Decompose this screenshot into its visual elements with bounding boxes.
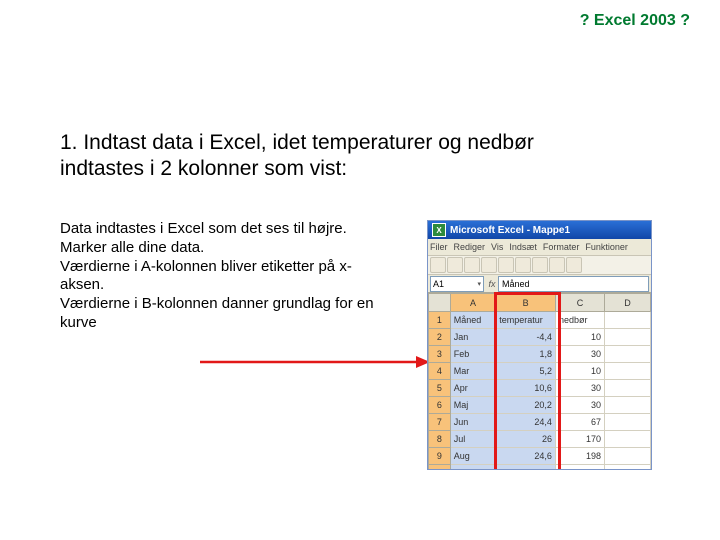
cell[interactable]: Jul bbox=[450, 431, 495, 448]
body-line: Værdierne i B-kolonnen danner grundlag f… bbox=[60, 295, 374, 331]
cell[interactable] bbox=[605, 397, 651, 414]
cell[interactable]: Sep bbox=[450, 465, 495, 471]
cell[interactable] bbox=[605, 414, 651, 431]
body-line: Data indtastes i Excel som det ses til h… bbox=[60, 220, 347, 237]
column-header[interactable]: A bbox=[450, 294, 495, 312]
cell[interactable]: 19,6 bbox=[496, 465, 556, 471]
fx-icon[interactable]: fx bbox=[486, 279, 498, 289]
body-line: Marker alle dine data. bbox=[60, 239, 204, 256]
toolbar-button[interactable] bbox=[464, 257, 480, 273]
toolbar-button[interactable] bbox=[447, 257, 463, 273]
excel-toolbar bbox=[428, 256, 651, 275]
cell[interactable]: 30 bbox=[555, 380, 604, 397]
toolbar-button[interactable] bbox=[481, 257, 497, 273]
cell[interactable] bbox=[605, 431, 651, 448]
toolbar-button[interactable] bbox=[515, 257, 531, 273]
menu-item[interactable]: Funktioner bbox=[585, 242, 628, 252]
cell[interactable]: Feb bbox=[450, 346, 495, 363]
cell[interactable]: 26 bbox=[496, 431, 556, 448]
row-header[interactable]: 5 bbox=[429, 380, 451, 397]
name-box-value: A1 bbox=[433, 279, 444, 289]
cell[interactable]: 50 bbox=[555, 465, 604, 471]
formula-value: Måned bbox=[502, 279, 530, 289]
excel-table[interactable]: ABCD1Månedtemperaturnedbør2Jan-4,4103Feb… bbox=[428, 293, 651, 470]
menu-item[interactable]: Vis bbox=[491, 242, 503, 252]
cell[interactable]: 198 bbox=[555, 448, 604, 465]
menu-item[interactable]: Indsæt bbox=[509, 242, 537, 252]
cell[interactable]: 5,2 bbox=[496, 363, 556, 380]
cell[interactable]: 24,4 bbox=[496, 414, 556, 431]
cell[interactable]: temperatur bbox=[496, 312, 556, 329]
cell[interactable]: 30 bbox=[555, 397, 604, 414]
cell[interactable]: -4,4 bbox=[496, 329, 556, 346]
cell[interactable]: Jan bbox=[450, 329, 495, 346]
cell[interactable] bbox=[605, 465, 651, 471]
excel-logo-icon: X bbox=[432, 223, 446, 237]
toolbar-button[interactable] bbox=[532, 257, 548, 273]
cell[interactable] bbox=[605, 380, 651, 397]
menu-item[interactable]: Filer bbox=[430, 242, 448, 252]
toolbar-button[interactable] bbox=[498, 257, 514, 273]
cell[interactable]: 30 bbox=[555, 346, 604, 363]
cell[interactable]: 1,8 bbox=[496, 346, 556, 363]
cell[interactable] bbox=[605, 312, 651, 329]
formula-input[interactable]: Måned bbox=[498, 276, 649, 292]
row-header[interactable]: 6 bbox=[429, 397, 451, 414]
cell[interactable]: 10 bbox=[555, 329, 604, 346]
row-header[interactable]: 3 bbox=[429, 346, 451, 363]
cell[interactable]: Apr bbox=[450, 380, 495, 397]
cell[interactable]: 10 bbox=[555, 363, 604, 380]
annotation-arrow bbox=[200, 355, 430, 369]
cell[interactable]: 10,6 bbox=[496, 380, 556, 397]
cell[interactable] bbox=[605, 346, 651, 363]
excel-grid: ABCD1Månedtemperaturnedbør2Jan-4,4103Feb… bbox=[428, 293, 651, 470]
excel-name-box[interactable]: A1 ▾ bbox=[430, 276, 484, 292]
cell[interactable]: 20,2 bbox=[496, 397, 556, 414]
toolbar-button[interactable] bbox=[566, 257, 582, 273]
cell[interactable] bbox=[605, 448, 651, 465]
toolbar-button[interactable] bbox=[430, 257, 446, 273]
page-top-link[interactable]: ? Excel 2003 ? bbox=[580, 12, 690, 30]
cell[interactable]: Aug bbox=[450, 448, 495, 465]
row-header[interactable]: 10 bbox=[429, 465, 451, 471]
cell[interactable] bbox=[605, 329, 651, 346]
cell[interactable]: Jun bbox=[450, 414, 495, 431]
row-header[interactable]: 9 bbox=[429, 448, 451, 465]
row-header[interactable]: 1 bbox=[429, 312, 451, 329]
cell[interactable]: 67 bbox=[555, 414, 604, 431]
cell[interactable]: Maj bbox=[450, 397, 495, 414]
cell[interactable]: 24,6 bbox=[496, 448, 556, 465]
column-header[interactable]: B bbox=[496, 294, 556, 312]
body-line: Værdierne i A-kolonnen bliver etiketter … bbox=[60, 258, 352, 294]
excel-titlebar: X Microsoft Excel - Mappe1 bbox=[428, 221, 651, 239]
cell[interactable] bbox=[605, 363, 651, 380]
cell[interactable]: Måned bbox=[450, 312, 495, 329]
row-header[interactable]: 7 bbox=[429, 414, 451, 431]
excel-menubar: Filer Rediger Vis Indsæt Formater Funktioner bbox=[428, 239, 651, 256]
column-header[interactable]: C bbox=[555, 294, 604, 312]
row-header[interactable]: 8 bbox=[429, 431, 451, 448]
step-body: Data indtastes i Excel som det ses til h… bbox=[60, 220, 380, 333]
column-header[interactable]: D bbox=[605, 294, 651, 312]
row-header[interactable]: 4 bbox=[429, 363, 451, 380]
dropdown-icon: ▾ bbox=[477, 280, 481, 288]
step-heading: 1. Indtast data i Excel, idet temperatur… bbox=[60, 130, 590, 183]
cell[interactable]: Mar bbox=[450, 363, 495, 380]
cell[interactable]: nedbør bbox=[555, 312, 604, 329]
select-all-corner[interactable] bbox=[429, 294, 451, 312]
cell[interactable]: 170 bbox=[555, 431, 604, 448]
excel-window: X Microsoft Excel - Mappe1 Filer Rediger V… bbox=[427, 220, 652, 470]
excel-formula-bar: A1 ▾ fx Måned bbox=[428, 275, 651, 293]
menu-item[interactable]: Rediger bbox=[454, 242, 486, 252]
row-header[interactable]: 2 bbox=[429, 329, 451, 346]
toolbar-button[interactable] bbox=[549, 257, 565, 273]
excel-title: Microsoft Excel - Mappe1 bbox=[450, 225, 570, 236]
menu-item[interactable]: Formater bbox=[543, 242, 580, 252]
